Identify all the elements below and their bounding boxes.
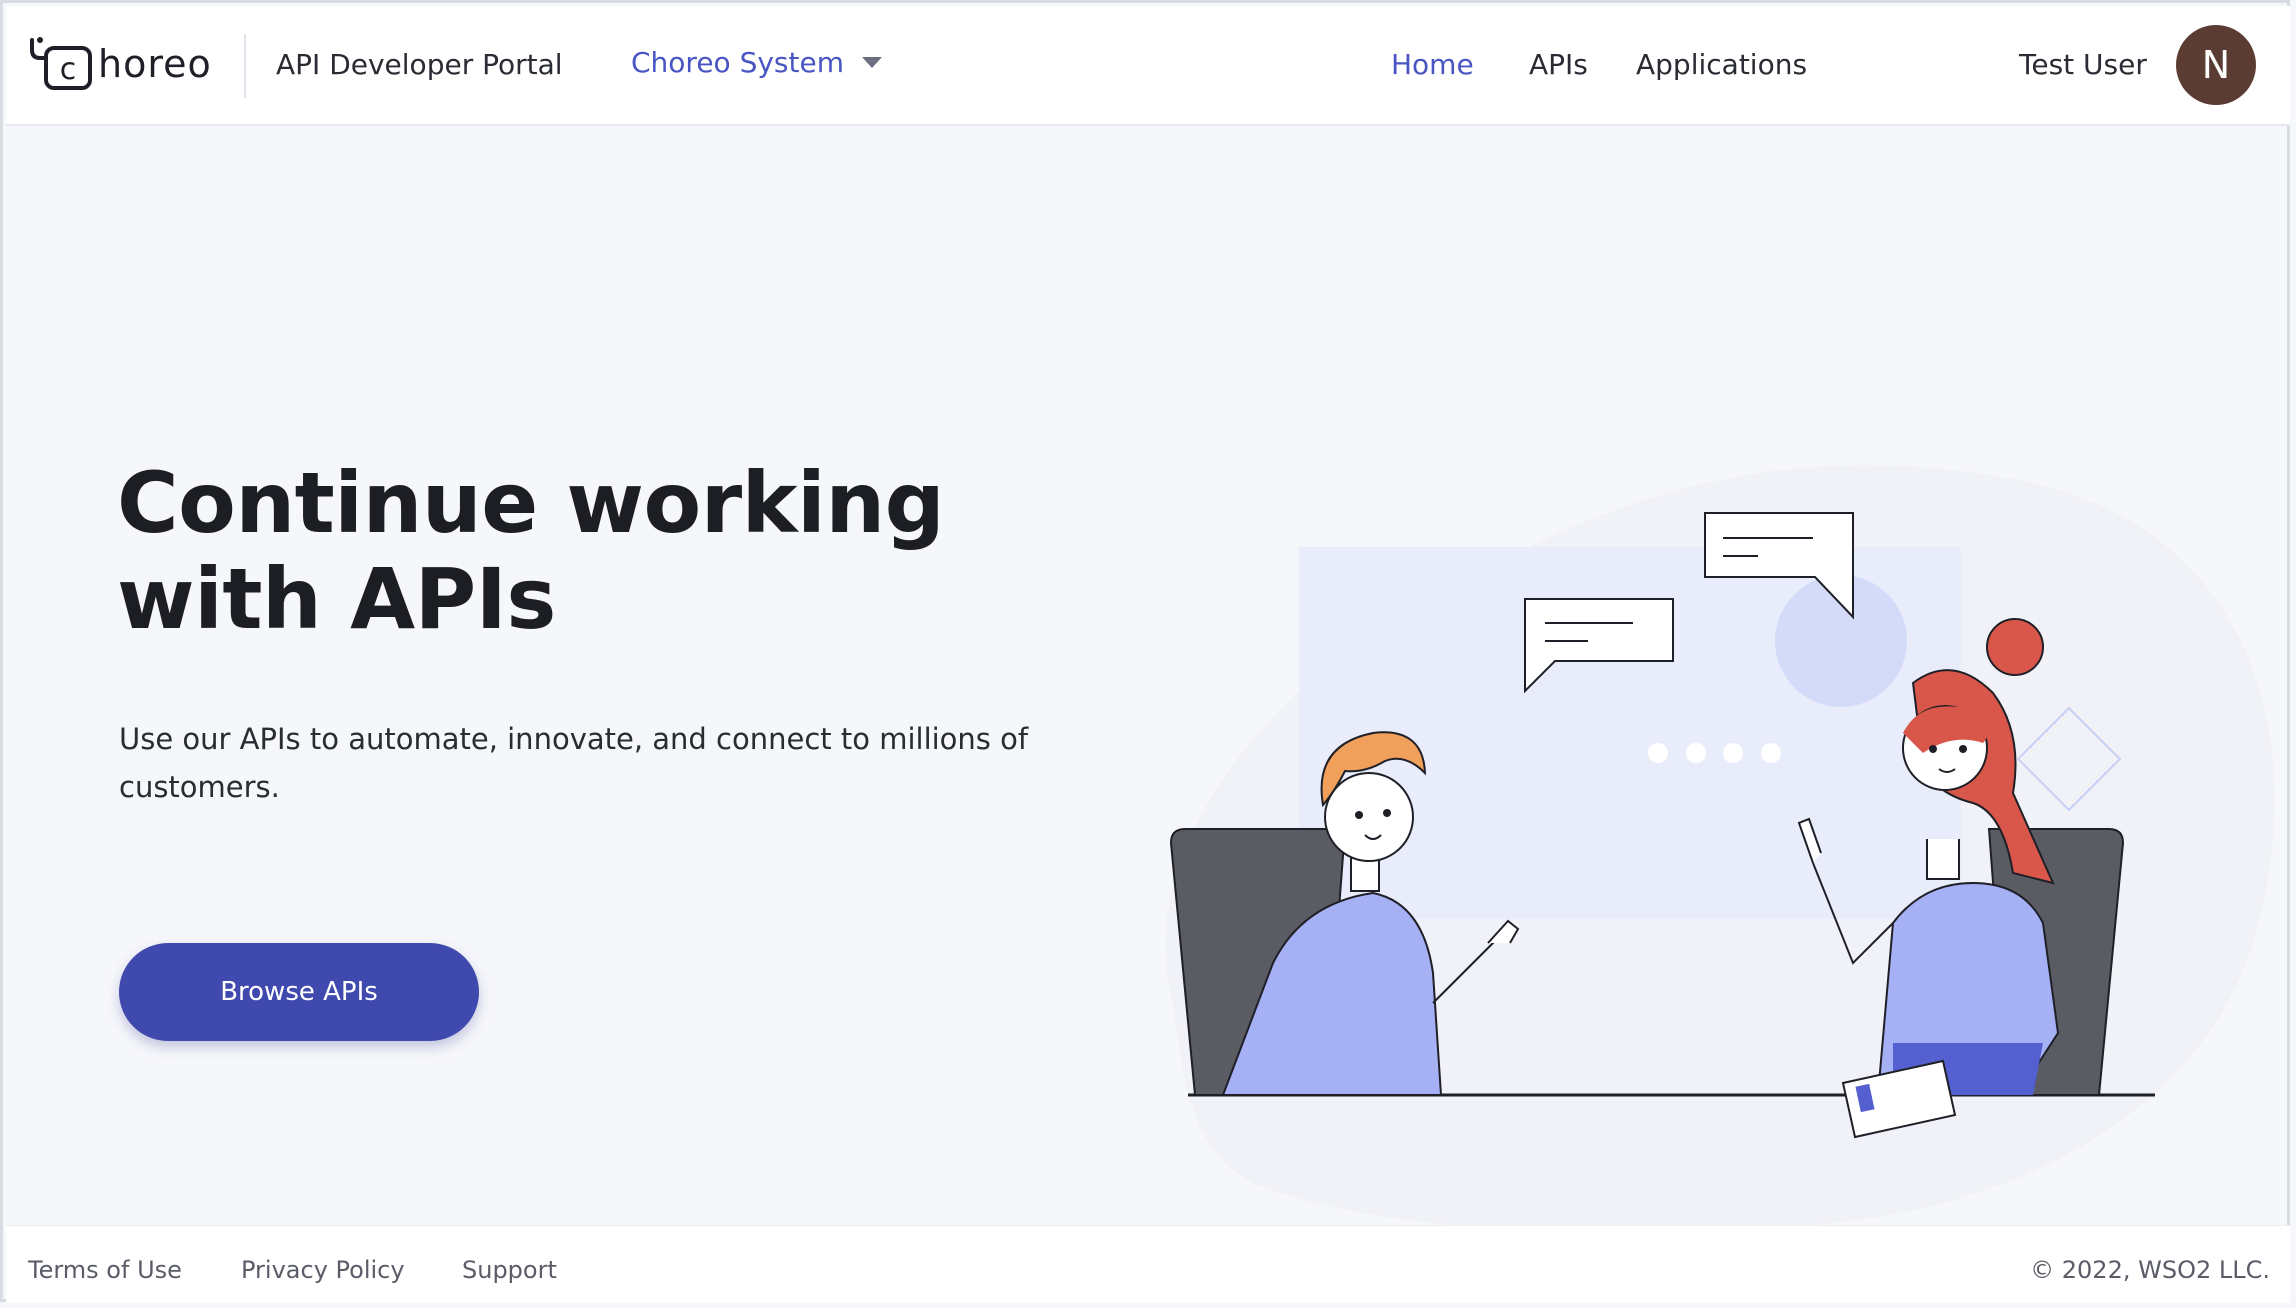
nav-applications[interactable]: Applications [1636,48,1807,81]
browse-apis-button[interactable]: Browse APIs [119,943,479,1041]
org-selector-label: Choreo System [631,46,844,79]
footer-terms-link[interactable]: Terms of Use [28,1256,182,1284]
caret-down-icon [862,57,882,68]
hero-subtitle: Use our APIs to automate, innovate, and … [119,722,1029,804]
user-avatar[interactable]: N [2176,25,2256,105]
choreo-logo[interactable]: c horeo [28,34,212,94]
org-selector[interactable]: Choreo System [631,46,882,79]
app-frame: c horeo API Developer Portal Choreo Syst… [0,0,2290,1303]
nav-apis[interactable]: APIs [1529,48,1588,81]
user-name[interactable]: Test User [2019,48,2147,81]
logo-letter: c [60,52,77,87]
hero-title: Continue working with APIs [117,454,945,648]
nav-home[interactable]: Home [1391,48,1474,81]
logo-text: horeo [98,42,212,86]
choreo-logo-icon: c [30,37,92,90]
footer: Terms of Use Privacy Policy Support © 20… [6,1225,2290,1303]
copyright-text: © 2022, WSO2 LLC. [2030,1256,2270,1284]
footer-support-link[interactable]: Support [462,1256,557,1284]
footer-privacy-link[interactable]: Privacy Policy [241,1256,405,1284]
portal-title: API Developer Portal [276,48,563,81]
hero-illustration [1165,464,2275,1233]
top-nav-bar: c horeo API Developer Portal Choreo Syst… [6,6,2290,126]
header-divider [244,34,246,98]
